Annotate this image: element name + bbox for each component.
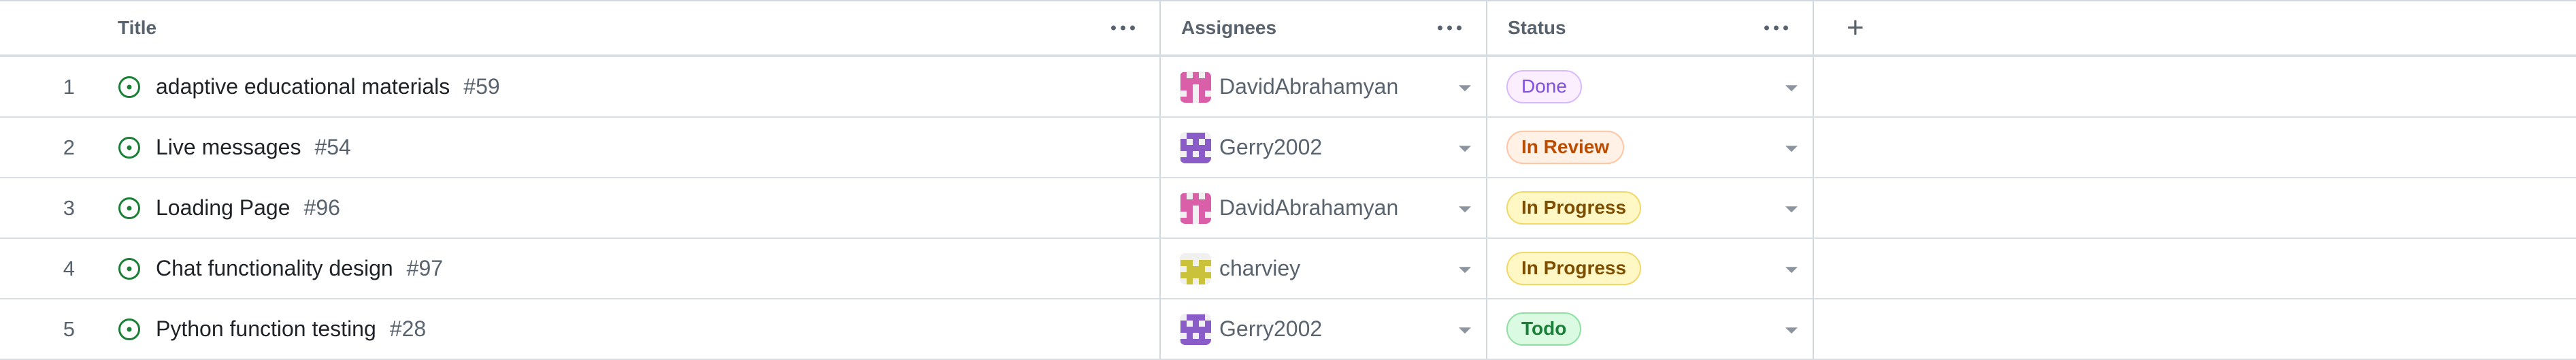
assignee-dropdown-icon[interactable] bbox=[1459, 145, 1471, 152]
assignee-name[interactable]: charviey bbox=[1219, 256, 1300, 281]
status-dropdown-icon[interactable] bbox=[1785, 206, 1798, 212]
row-number: 1 bbox=[0, 57, 106, 116]
avatar bbox=[1180, 192, 1211, 224]
status-cell[interactable]: Done bbox=[1487, 57, 1814, 116]
assignees-column-header[interactable]: Assignees bbox=[1161, 1, 1487, 54]
assignee-dropdown-icon[interactable] bbox=[1459, 206, 1471, 212]
table-header: Title Assignees Status + bbox=[0, 0, 2576, 57]
issue-title-link[interactable]: Chat functionality design bbox=[156, 256, 393, 281]
status-cell[interactable]: In Progress bbox=[1487, 178, 1814, 238]
issue-opened-icon bbox=[118, 136, 140, 159]
status-badge: In Progress bbox=[1506, 252, 1642, 285]
avatar bbox=[1180, 71, 1211, 103]
title-cell[interactable]: Chat functionality design #97 bbox=[106, 239, 1161, 298]
row-number-header bbox=[0, 1, 106, 54]
project-table: Title Assignees Status + 1 adaptive educ… bbox=[0, 0, 2576, 360]
table-row[interactable]: 4 Chat functionality design #97 charviey… bbox=[0, 239, 2576, 299]
assignee-name[interactable]: Gerry2002 bbox=[1219, 316, 1322, 342]
title-column-menu-icon[interactable] bbox=[1111, 25, 1135, 31]
empty-cell bbox=[1814, 239, 2576, 298]
issue-title-link[interactable]: Python function testing bbox=[156, 316, 376, 342]
table-row[interactable]: 2 Live messages #54 Gerry2002 In Review bbox=[0, 118, 2576, 178]
assignees-column-menu-icon[interactable] bbox=[1438, 25, 1462, 31]
title-header-label: Title bbox=[118, 17, 157, 38]
assignee-cell[interactable]: DavidAbrahamyan bbox=[1161, 178, 1487, 238]
assignee-dropdown-icon[interactable] bbox=[1459, 266, 1471, 273]
row-number-text: 5 bbox=[63, 316, 75, 341]
row-number-text: 3 bbox=[63, 195, 75, 220]
table-row[interactable]: 3 Loading Page #96 DavidAbrahamyan In Pr… bbox=[0, 178, 2576, 239]
assignee-cell[interactable]: DavidAbrahamyan bbox=[1161, 57, 1487, 116]
title-cell[interactable]: adaptive educational materials #59 bbox=[106, 57, 1161, 116]
title-column-header[interactable]: Title bbox=[106, 1, 1161, 54]
issue-title-link[interactable]: adaptive educational materials bbox=[156, 74, 450, 99]
row-number: 5 bbox=[0, 299, 106, 359]
assignee-dropdown-icon[interactable] bbox=[1459, 84, 1471, 91]
title-cell[interactable]: Python function testing #28 bbox=[106, 299, 1161, 359]
row-number-text: 2 bbox=[63, 135, 75, 159]
table-row[interactable]: 5 Python function testing #28 Gerry2002 … bbox=[0, 299, 2576, 360]
title-cell[interactable]: Loading Page #96 bbox=[106, 178, 1161, 238]
status-dropdown-icon[interactable] bbox=[1785, 266, 1798, 273]
issue-opened-icon bbox=[118, 257, 140, 280]
assignee-cell[interactable]: Gerry2002 bbox=[1161, 299, 1487, 359]
status-cell[interactable]: Todo bbox=[1487, 299, 1814, 359]
issue-number: #54 bbox=[314, 135, 351, 159]
status-column-menu-icon[interactable] bbox=[1764, 25, 1788, 31]
avatar bbox=[1180, 131, 1211, 163]
assignee-cell[interactable]: Gerry2002 bbox=[1161, 118, 1487, 177]
empty-cell bbox=[1814, 299, 2576, 359]
row-number: 3 bbox=[0, 178, 106, 238]
assignee-dropdown-icon[interactable] bbox=[1459, 327, 1471, 333]
issue-title-link[interactable]: Loading Page bbox=[156, 195, 291, 220]
assignee-name[interactable]: Gerry2002 bbox=[1219, 135, 1322, 160]
assignee-name[interactable]: DavidAbrahamyan bbox=[1219, 74, 1398, 99]
avatar bbox=[1180, 252, 1211, 284]
issue-number: #96 bbox=[303, 195, 340, 220]
status-badge: Todo bbox=[1506, 312, 1582, 346]
issue-number: #59 bbox=[463, 74, 500, 99]
status-badge: In Progress bbox=[1506, 191, 1642, 225]
assignee-cell[interactable]: charviey bbox=[1161, 239, 1487, 298]
issue-title-link[interactable]: Live messages bbox=[156, 135, 301, 160]
status-cell[interactable]: In Review bbox=[1487, 118, 1814, 177]
title-cell[interactable]: Live messages #54 bbox=[106, 118, 1161, 177]
issue-number: #97 bbox=[406, 256, 444, 280]
empty-cell bbox=[1814, 178, 2576, 238]
row-number-text: 4 bbox=[63, 256, 75, 280]
status-column-header[interactable]: Status bbox=[1487, 1, 1814, 54]
empty-cell bbox=[1814, 57, 2576, 116]
add-column-cell: + bbox=[1814, 1, 2576, 54]
status-dropdown-icon[interactable] bbox=[1785, 84, 1798, 91]
issue-opened-icon bbox=[118, 318, 140, 340]
assignee-name[interactable]: DavidAbrahamyan bbox=[1219, 195, 1398, 220]
issue-number: #28 bbox=[389, 316, 427, 341]
status-dropdown-icon[interactable] bbox=[1785, 327, 1798, 333]
row-number: 2 bbox=[0, 118, 106, 177]
row-number-text: 1 bbox=[63, 74, 75, 99]
add-field-button[interactable]: + bbox=[1847, 13, 1864, 43]
status-badge: Done bbox=[1506, 70, 1582, 103]
issue-opened-icon bbox=[118, 76, 140, 98]
table-row[interactable]: 1 adaptive educational materials #59 Dav… bbox=[0, 57, 2576, 118]
empty-cell bbox=[1814, 118, 2576, 177]
avatar bbox=[1180, 313, 1211, 345]
issue-opened-icon bbox=[118, 197, 140, 219]
row-number: 4 bbox=[0, 239, 106, 298]
status-dropdown-icon[interactable] bbox=[1785, 145, 1798, 152]
assignees-header-label: Assignees bbox=[1181, 17, 1277, 38]
status-cell[interactable]: In Progress bbox=[1487, 239, 1814, 298]
status-header-label: Status bbox=[1508, 17, 1566, 38]
status-badge: In Review bbox=[1506, 131, 1625, 164]
